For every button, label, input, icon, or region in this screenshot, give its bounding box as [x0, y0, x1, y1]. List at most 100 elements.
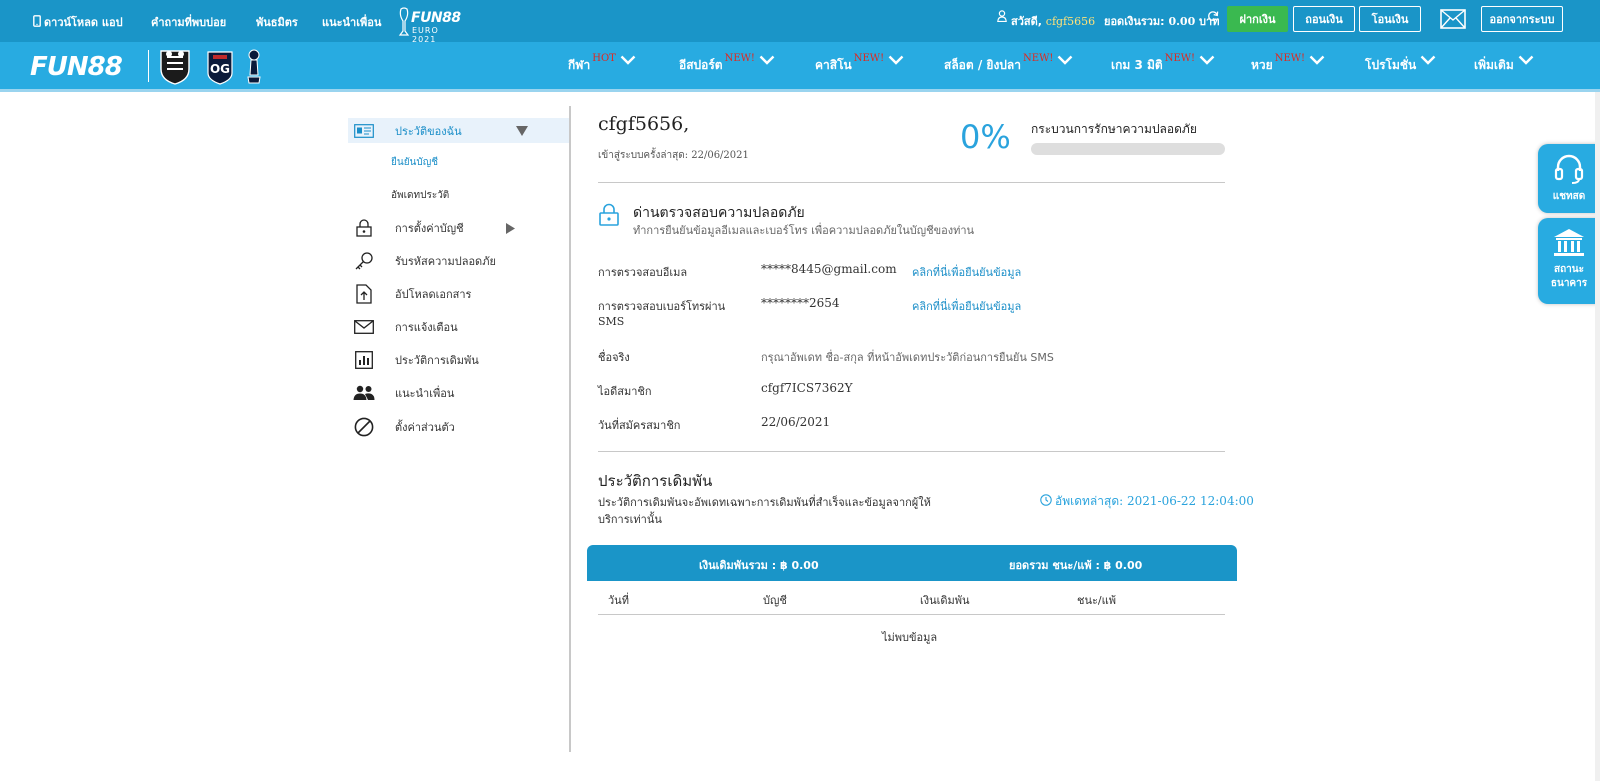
sidebar-item-refer-friend[interactable]: แนะนำเพื่อน [348, 381, 570, 405]
nav-item-label: สล็อต / ยิงปลา [944, 58, 1022, 72]
svg-text:OG: OG [210, 62, 230, 76]
sidebar-sub-update-profile[interactable]: อัพเดทประวัติ [391, 188, 449, 203]
empty-table-message: ไม่พบข้อมูล [882, 631, 938, 644]
nav-item-lottery[interactable]: หวย NEW! [1251, 53, 1325, 75]
live-chat-button[interactable]: แชทสด [1538, 144, 1600, 213]
nav-item-label: หวย [1251, 58, 1273, 72]
signup-date-label: วันที่สมัครสมาชิก [598, 419, 681, 432]
sidebar-sub-verify-account[interactable]: ยืนยันบัญชี [391, 155, 438, 170]
column-header-stake: เงินเดิมพัน [920, 594, 970, 607]
nav-item-slots[interactable]: สล็อต / ยิงปลา NEW! [944, 53, 1073, 75]
affiliate-link[interactable]: พันธมิตร [256, 13, 298, 31]
id-card-icon [352, 119, 376, 143]
chevron-down-icon [1420, 55, 1436, 65]
nav-hot-badge: HOT [592, 53, 616, 64]
sidebar-item-label: รับรหัสความปลอดภัย [395, 255, 496, 268]
section-divider [598, 182, 1225, 183]
nav-item-sports[interactable]: กีฬา HOT [568, 53, 636, 75]
transfer-button[interactable]: โอนเงิน [1359, 6, 1421, 32]
upload-file-icon [352, 282, 376, 306]
top-bar: ดาวน์โหลด แอป คำถามที่พบบ่อย พันธมิตร แน… [0, 0, 1600, 44]
column-header-winloss: ชนะ/แพ้ [1077, 594, 1116, 607]
phone-verify-label: การตรวจสอบเบอร์โทรผ่าน [598, 300, 726, 313]
fun88-euro-logo[interactable]: FUN88 EURO 2021 [398, 7, 461, 44]
last-update: อัพเดทล่าสุด: 2021-06-22 12:04:00 [1040, 492, 1254, 511]
sidebar-item-personal-settings[interactable]: ตั้งค่าส่วนตัว [348, 415, 570, 439]
mail-icon[interactable] [1440, 9, 1466, 29]
table-divider [598, 614, 1225, 615]
total-bet: เงินเดิมพันรวม : ฿ 0.00 [699, 559, 819, 572]
real-name-value: กรุณาอัพเดท ชื่อ-สกุล ที่หน้าอัพเดทประวั… [761, 351, 1054, 364]
greeting: สวัสดี, cfgf5656 [1011, 12, 1095, 30]
refresh-icon[interactable] [1207, 10, 1219, 22]
bet-summary-header: เงินเดิมพันรวม : ฿ 0.00 ยอดรวม ชนะ/แพ้ :… [587, 545, 1237, 581]
mobile-icon [33, 15, 41, 27]
withdraw-button[interactable]: ถอนเงิน [1293, 6, 1355, 32]
key-icon [352, 249, 376, 273]
refer-friend-link[interactable]: แนะนำเพื่อน [322, 13, 381, 31]
chevron-down-icon [759, 55, 775, 65]
newcastle-crest-icon [160, 50, 190, 85]
fun88-logo[interactable]: FUN88 [30, 52, 123, 82]
faq-link[interactable]: คำถามที่พบบ่อย [151, 13, 226, 31]
bank-icon [1554, 229, 1584, 256]
nav-item-3d-games[interactable]: เกม 3 มิติ NEW! [1111, 53, 1215, 75]
username: cfgf5656 [1045, 15, 1096, 28]
real-name-label: ชื่อจริง [598, 351, 630, 364]
sidebar-item-label: ประวัติการเดิมพัน [395, 354, 479, 367]
section-divider [598, 451, 1225, 452]
nav-item-casino[interactable]: คาสิโน NEW! [815, 53, 904, 75]
last-login: เข้าสู่ระบบครั้งล่าสุด: 22/06/2021 [598, 150, 749, 161]
sidebar-item-my-profile[interactable]: ประวัติของฉัน [348, 118, 570, 143]
nav-item-more[interactable]: เพิ่มเติม [1474, 55, 1534, 75]
greeting-label: สวัสดี, [1011, 15, 1042, 28]
nav-item-label: โปรโมชั่น [1365, 58, 1417, 72]
sidebar-item-label: ตั้งค่าส่วนตัว [395, 421, 455, 434]
nav-item-label: อีสปอร์ต [679, 58, 723, 72]
bank-status-label-2: ธนาคาร [1550, 278, 1588, 289]
page-scrollbar[interactable] [1595, 92, 1600, 781]
chevron-down-icon [888, 55, 904, 65]
deposit-button[interactable]: ฝากเงิน [1227, 6, 1288, 32]
bet-history-note: ประวัติการเดิมพันจะอัพเดทเฉพาะการเดิมพัน… [598, 496, 931, 509]
total-winloss: ยอดรวม ชนะ/แพ้ : ฿ 0.00 [1009, 559, 1143, 572]
nav-new-badge: NEW! [1274, 53, 1306, 64]
balance-label: ยอดเงินรวม: [1104, 15, 1165, 28]
tottenham-crest-icon [247, 49, 261, 84]
sidebar-item-bet-history[interactable]: ประวัติการเดิมพัน [348, 348, 570, 372]
sidebar-item-account-settings[interactable]: การตั้งค่าบัญชี [348, 216, 570, 240]
nav-item-promotions[interactable]: โปรโมชั่น [1365, 55, 1436, 75]
nav-new-badge: NEW! [1164, 53, 1196, 64]
nav-item-label: กีฬา [568, 58, 591, 72]
padlock-icon [599, 203, 619, 226]
download-app-link[interactable]: ดาวน์โหลด แอป [33, 13, 123, 31]
sidebar-item-label: ประวัติของฉัน [395, 124, 462, 138]
member-id-value: cfgf7ICS7362Y [761, 381, 853, 395]
caret-down-icon [516, 126, 528, 136]
column-header-account: บัญชี [763, 594, 787, 607]
clock-icon [1040, 494, 1052, 506]
email-verify-link[interactable]: คลิกที่นี่เพื่อยืนยันข้อมูล [912, 263, 1021, 281]
sidebar-divider [569, 106, 571, 752]
headset-icon [1554, 154, 1584, 184]
sidebar-item-notifications[interactable]: การแจ้งเตือน [348, 315, 570, 339]
logout-button[interactable]: ออกจากระบบ [1481, 6, 1563, 32]
security-progress-title: กระบวนการรักษาความปลอดภัย [1031, 122, 1197, 136]
sidebar-item-label: การแจ้งเตือน [395, 321, 458, 334]
phone-verify-link[interactable]: คลิกที่นี่เพื่อยืนยันข้อมูล [912, 297, 1021, 315]
lock-icon [352, 216, 376, 240]
signup-date-value: 22/06/2021 [761, 415, 831, 429]
nav-new-badge: NEW! [724, 53, 755, 64]
chevron-down-icon [1199, 55, 1215, 65]
bank-status-button[interactable]: สถานะ ธนาคาร [1538, 218, 1600, 304]
sidebar-item-security-code[interactable]: รับรหัสความปลอดภัย [348, 249, 570, 273]
member-id-label: ไอดีสมาชิก [598, 385, 652, 398]
bar-chart-icon [352, 348, 376, 372]
balance: ยอดเงินรวม: 0.00 บาท [1104, 12, 1219, 30]
last-update-text: อัพเดทล่าสุด: 2021-06-22 12:04:00 [1055, 494, 1254, 508]
security-progress-percent: 0% [960, 118, 1011, 156]
sidebar-item-label: อัปโหลดเอกสาร [395, 288, 472, 301]
nav-item-esports[interactable]: อีสปอร์ต NEW! [679, 53, 775, 75]
sidebar-item-upload-docs[interactable]: อัปโหลดเอกสาร [348, 282, 570, 306]
bet-history-note-2: บริการเท่านั้น [598, 513, 662, 526]
